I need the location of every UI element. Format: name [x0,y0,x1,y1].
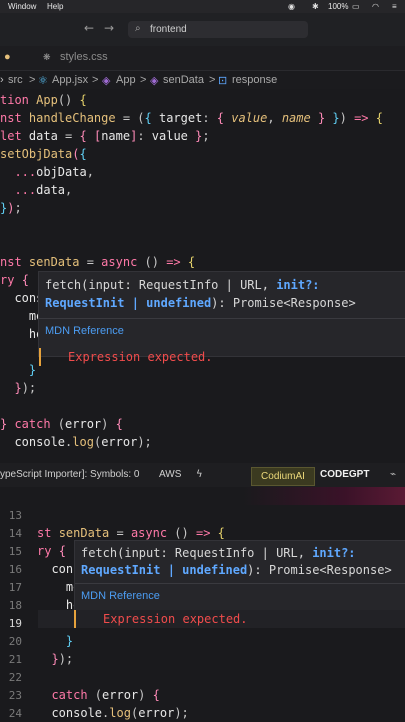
popup-divider [39,318,405,319]
mac-menu-bar: Window Help ◉ ✱ 100% ▭ ◠ ≡ [0,0,405,13]
line-number: 15 [8,545,22,558]
signature-text: fetch(input: RequestInfo | URL, init?: [81,546,356,560]
code-line: console.log(error); [0,435,152,449]
signature-line-1: fetch(input: RequestInfo | URL, init?: [45,276,320,294]
line-number: 24 [8,707,22,720]
code-line: nst senData = async () => { [0,255,196,269]
breadcrumb-app-jsx[interactable]: App.jsx [52,74,88,86]
control-center-icon[interactable]: ≡ [392,2,397,11]
command-center-search[interactable]: ⌕ frontend [128,21,308,38]
code-line: ...objData, [0,165,94,179]
modified-dot-icon: ● [4,51,11,63]
symbol-function-icon: ◈ [150,75,159,87]
breadcrumb-src[interactable]: src [8,74,23,86]
react-file-icon: ⚛ [38,75,48,87]
tab-active-indicator[interactable]: ● [0,46,30,70]
signature-line-2: RequestInit | undefined): Promise<Respon… [45,294,356,312]
popup-divider [75,583,405,584]
status-aws[interactable]: AWS [159,469,181,480]
error-marker [39,348,41,366]
tab-styles-css[interactable]: ❋ styles.css [30,46,130,70]
line-number: 13 [8,509,22,522]
lightning-icon[interactable]: ϟ [196,469,203,480]
breadcrumb-sep: > [140,74,147,86]
breadcrumb: › src > ⚛ App.jsx > ◈ App > ◈ senData > … [0,71,405,89]
signature-text: RequestInit | undefined): Promise<Respon… [81,563,392,577]
mdn-reference-link[interactable]: MDN Reference [45,325,124,337]
breadcrumb-response[interactable]: response [232,74,277,86]
code-line: setObjData({ [0,147,87,161]
line-number: 22 [8,671,22,684]
forward-arrow-icon[interactable]: → [104,21,114,35]
title-bar: ← → ⌕ frontend [0,13,405,46]
breadcrumb-app[interactable]: App [116,74,136,86]
breadcrumb-sendata[interactable]: senData [163,74,204,86]
code-line: ...data, [0,183,73,197]
code-line: ry { [0,273,29,287]
code-line: he [0,327,44,341]
back-arrow-icon[interactable]: ← [84,21,94,35]
menubar-status-icon[interactable]: ◉ [288,2,295,11]
code-line: let data = { [name]: value }; [0,129,210,143]
error-message: Expression expected. [68,350,213,364]
symbol-function-icon: ◈ [102,75,111,87]
hover-popup: fetch(input: RequestInfo | URL, init?: R… [38,271,405,357]
panel-divider [0,487,405,505]
search-text: frontend [150,24,187,35]
code-line: }); [0,381,37,395]
battery-percent: 100% [328,2,349,11]
code-line: ry { [37,544,66,558]
tab-label: styles.css [60,51,108,63]
signature-line-1: fetch(input: RequestInfo | URL, init?: [81,544,356,562]
line-number: 14 [8,527,22,540]
code-line: nst handleChange = ({ target: { value, n… [0,111,383,125]
editor-tab-bar: ● ❋ styles.css [0,46,405,71]
signature-line-2: RequestInit | undefined): Promise<Respon… [81,561,392,579]
css-file-icon: ❋ [43,52,51,62]
bluetooth-icon[interactable]: ✱ [312,2,319,11]
menu-help[interactable]: Help [47,2,63,11]
breadcrumb-sep: > [29,74,36,86]
code-line: }); [0,201,22,215]
line-number: 18 [8,599,22,612]
notifications-icon[interactable]: ⌁ [390,469,396,480]
line-number: 17 [8,581,22,594]
battery-icon[interactable]: ▭ [352,2,360,11]
error-message: Expression expected. [103,612,248,626]
hover-popup-zoomed: fetch(input: RequestInfo | URL, init?: R… [74,540,405,612]
code-line: catch (error) { [37,688,160,702]
code-line: me [0,309,44,323]
signature-text: RequestInit | undefined): Promise<Respon… [45,296,356,310]
editor-top[interactable]: tion App() { nst handleChange = ({ targe… [0,89,405,463]
code-line: } [37,634,74,648]
editor-zoomed[interactable]: 13 14 15 16 17 18 19 20 21 22 23 24 st s… [0,505,405,720]
code-line: console.log(error); [37,706,189,720]
code-line: } catch (error) { [0,417,123,431]
error-marker [74,610,76,628]
line-number: 21 [8,653,22,666]
line-number: 20 [8,635,22,648]
code-line: } [0,363,37,377]
breadcrumb-chevron-icon: › [0,74,4,86]
symbol-variable-icon: ⊡ [218,75,228,87]
codegpt-button[interactable]: CODEGPT [320,469,369,480]
wifi-icon[interactable]: ◠ [372,2,379,11]
line-number-active: 19 [8,617,22,630]
signature-text: fetch(input: RequestInfo | URL, init?: [45,278,320,292]
code-line: }); [37,652,74,666]
mdn-reference-link[interactable]: MDN Reference [81,590,160,602]
status-importer[interactable]: ypeScript Importer]: Symbols: 0 [0,469,140,480]
code-line: tion App() { [0,93,87,107]
search-icon: ⌕ [135,23,141,34]
breadcrumb-sep: > [209,74,216,86]
menu-window[interactable]: Window [8,2,36,11]
codium-ai-button[interactable]: CodiumAI [251,467,315,486]
breadcrumb-sep: > [92,74,99,86]
line-number: 23 [8,689,22,702]
line-number: 16 [8,563,22,576]
status-bar: ypeScript Importer]: Symbols: 0 AWS ϟ Co… [0,463,405,487]
